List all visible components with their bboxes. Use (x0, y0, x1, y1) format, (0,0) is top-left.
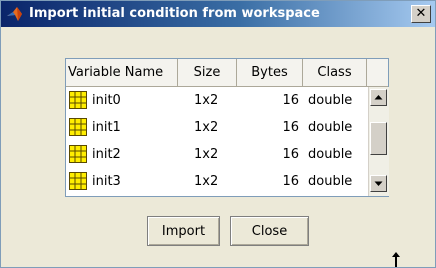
scroll-thumb[interactable] (370, 122, 387, 155)
variable-size: 1x2 (194, 174, 219, 189)
table-row[interactable]: init0 1x2 16 double (66, 87, 368, 114)
window-title: Import initial condition from workspace (29, 6, 320, 21)
column-header-bytes[interactable]: Bytes (237, 59, 303, 86)
variable-class: double (308, 120, 353, 135)
import-button[interactable]: Import (147, 216, 220, 246)
table-row[interactable]: init3 1x2 16 double (66, 168, 368, 195)
variable-class: double (308, 174, 353, 189)
variable-class: double (308, 93, 353, 108)
matrix-grid-icon (69, 145, 87, 163)
close-window-button[interactable]: ✕ (411, 5, 431, 23)
column-header-variable-name[interactable]: Variable Name (66, 59, 178, 86)
close-button[interactable]: Close (230, 216, 309, 246)
column-header-corner (367, 59, 388, 86)
table-row[interactable]: init1 1x2 16 double (66, 114, 368, 141)
variable-size: 1x2 (194, 147, 219, 162)
variable-bytes: 16 (282, 147, 299, 162)
variable-name: init3 (92, 174, 121, 189)
matrix-grid-icon (69, 91, 87, 109)
matlab-logo-icon (7, 7, 22, 21)
scroll-down-button[interactable] (370, 175, 387, 192)
variable-name: init1 (92, 120, 121, 135)
table-header: Variable Name Size Bytes Class (66, 59, 388, 87)
variable-size: 1x2 (194, 120, 219, 135)
table-body: init0 1x2 16 double init1 1x2 16 double (66, 87, 368, 195)
matrix-grid-icon (69, 118, 87, 136)
scroll-up-button[interactable] (370, 89, 387, 106)
arrow-up-icon (374, 95, 383, 100)
variable-bytes: 16 (282, 93, 299, 108)
column-header-class[interactable]: Class (303, 59, 367, 86)
table-row[interactable]: init2 1x2 16 double (66, 141, 368, 168)
variable-name: init2 (92, 147, 121, 162)
variable-name: init0 (92, 93, 121, 108)
variable-size: 1x2 (194, 93, 219, 108)
import-dialog: Import initial condition from workspace … (0, 0, 436, 268)
mouse-cursor-icon (392, 252, 400, 267)
variable-class: double (308, 147, 353, 162)
workspace-variable-table: Variable Name Size Bytes Class init0 1x2… (65, 58, 389, 197)
arrow-down-icon (374, 181, 383, 186)
title-bar[interactable]: Import initial condition from workspace … (1, 1, 435, 27)
variable-bytes: 16 (282, 174, 299, 189)
vertical-scrollbar[interactable] (368, 87, 389, 196)
variable-bytes: 16 (282, 120, 299, 135)
matrix-grid-icon (69, 172, 87, 190)
column-header-size[interactable]: Size (178, 59, 237, 86)
